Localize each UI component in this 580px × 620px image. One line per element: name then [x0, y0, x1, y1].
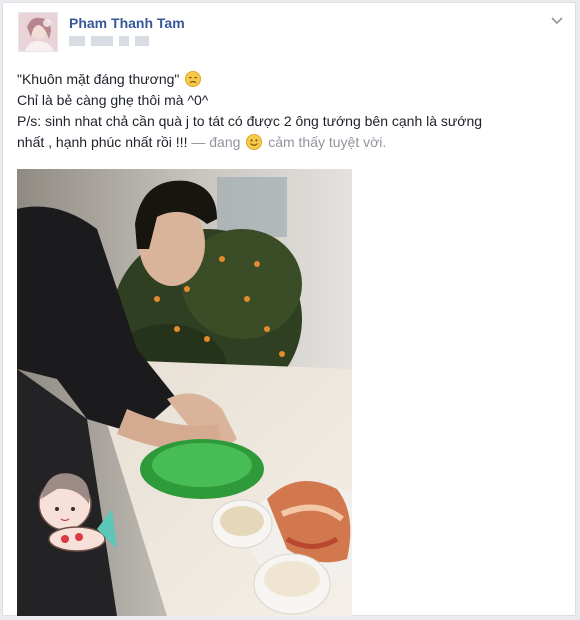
avatar-image: [19, 13, 57, 51]
post-line-4-text: nhất , hạnh phúc nhất rồi !!!: [17, 134, 188, 150]
post-photo[interactable]: [17, 169, 352, 616]
smile-emoji-icon: [246, 134, 263, 150]
post-line-1: "Khuôn mặt đáng thương": [17, 69, 565, 90]
meta-blur-1: [69, 36, 85, 46]
post-text: "Khuôn mặt đáng thương" Chỉ là bẻ càng g…: [17, 69, 565, 153]
post-line-1-text: "Khuôn mặt đáng thương": [17, 71, 180, 87]
meta-blur-4: [135, 36, 149, 46]
author-name[interactable]: Pham Thanh Tam: [69, 15, 185, 31]
post-meta-blurred: [69, 36, 149, 46]
post-line-2: Chỉ là bẻ càng ghẹ thôi mà ^0^: [17, 92, 209, 108]
chevron-down-icon[interactable]: [549, 13, 565, 29]
facebook-post: Pham Thanh Tam "Khuôn mặt đáng thương" C…: [2, 2, 576, 616]
sad-face-emoji-icon: [185, 71, 202, 87]
post-line-3: P/s: sinh nhat chả cần quà j to tát có đ…: [17, 113, 483, 129]
green-plate: [140, 439, 264, 499]
avatar[interactable]: [18, 12, 58, 52]
feeling-prefix: — đang: [191, 134, 241, 150]
meta-blur-2: [91, 36, 113, 46]
post-line-4: nhất , hạnh phúc nhất rồi !!! — đang cảm…: [17, 132, 565, 153]
feeling-label[interactable]: cảm thấy tuyệt vời.: [268, 134, 386, 150]
meta-blur-3: [119, 36, 129, 46]
